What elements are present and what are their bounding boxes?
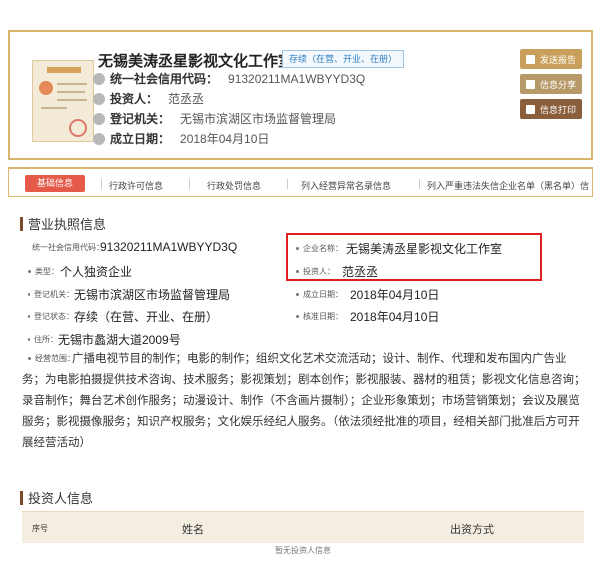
send-icon: [525, 54, 535, 64]
established-row: 成立日期： 2018年04月10日: [93, 130, 269, 147]
location-icon: [93, 112, 105, 125]
investor-row: 投资人： 范丞丞: [93, 90, 204, 107]
share-info-button[interactable]: 信息分享: [520, 74, 582, 94]
id-card-icon: [93, 72, 105, 85]
field-credit-code: 统一社会信用代码： 91320211MA1WBYYD3Q: [28, 240, 237, 254]
tab-admin-license[interactable]: 行政许可信息: [109, 179, 163, 192]
send-report-button[interactable]: 发送报告: [520, 49, 582, 69]
field-authority: 登记机关： 无锡市滨湖区市场监督管理局: [28, 286, 230, 303]
share-icon: [525, 79, 535, 89]
tab-blacklist[interactable]: 列入严重违法失信企业名单（黑名单）信: [427, 179, 589, 192]
company-header-card: 无锡美涛丞星影视文化工作室 存续（在营、开业、在册） 统一社会信用代码： 913…: [8, 30, 593, 160]
company-title: 无锡美涛丞星影视文化工作室: [98, 53, 294, 70]
credit-code-row: 统一社会信用代码： 91320211MA1WBYYD3Q: [93, 70, 365, 87]
print-icon: [525, 104, 535, 114]
info-tabs: 基础信息 行政许可信息 行政处罚信息 列入经营异常名录信息 列入严重违法失信企业…: [8, 167, 593, 197]
field-status: 登记状态： 存续（在营、开业、在册）: [28, 308, 218, 325]
column-header-name: 姓名: [182, 524, 204, 536]
business-scope-text: 广播电视节目的制作；电影的制作；组织文化艺术交流活动；设计、制作、代理和发布国内…: [22, 353, 586, 449]
field-type: 类型： 个人独资企业: [28, 263, 132, 280]
calendar-icon: [93, 132, 105, 145]
business-license-thumbnail[interactable]: [32, 60, 94, 142]
print-info-button[interactable]: 信息打印: [520, 99, 582, 119]
field-established: 成立日期： 2018年04月10日: [296, 286, 439, 303]
column-header-index: 序号: [32, 524, 48, 533]
tab-abnormal-operation[interactable]: 列入经营异常名录信息: [301, 179, 391, 192]
field-address: 住所： 无锡市蠡湖大道2009号: [28, 331, 181, 348]
person-icon: [93, 92, 105, 105]
national-emblem-icon: [39, 81, 53, 95]
tab-basic-info[interactable]: 基础信息: [25, 175, 85, 192]
status-badge: 存续（在营、开业、在册）: [282, 50, 405, 68]
investor-table-header: 序号 姓名 出资方式: [22, 511, 584, 543]
authority-row: 登记机关： 无锡市滨湖区市场监督管理局: [93, 110, 336, 127]
license-section-title: 营业执照信息: [20, 214, 106, 233]
red-stamp-icon: [69, 119, 87, 137]
highlight-box: [286, 233, 542, 281]
column-header-contribution: 出资方式: [450, 524, 494, 536]
investor-section-title: 投资人信息: [20, 488, 93, 507]
empty-table-message: 暂无投资人信息: [275, 546, 331, 555]
tab-admin-penalty[interactable]: 行政处罚信息: [207, 179, 261, 192]
field-approved: 核准日期： 2018年04月10日: [296, 308, 439, 325]
